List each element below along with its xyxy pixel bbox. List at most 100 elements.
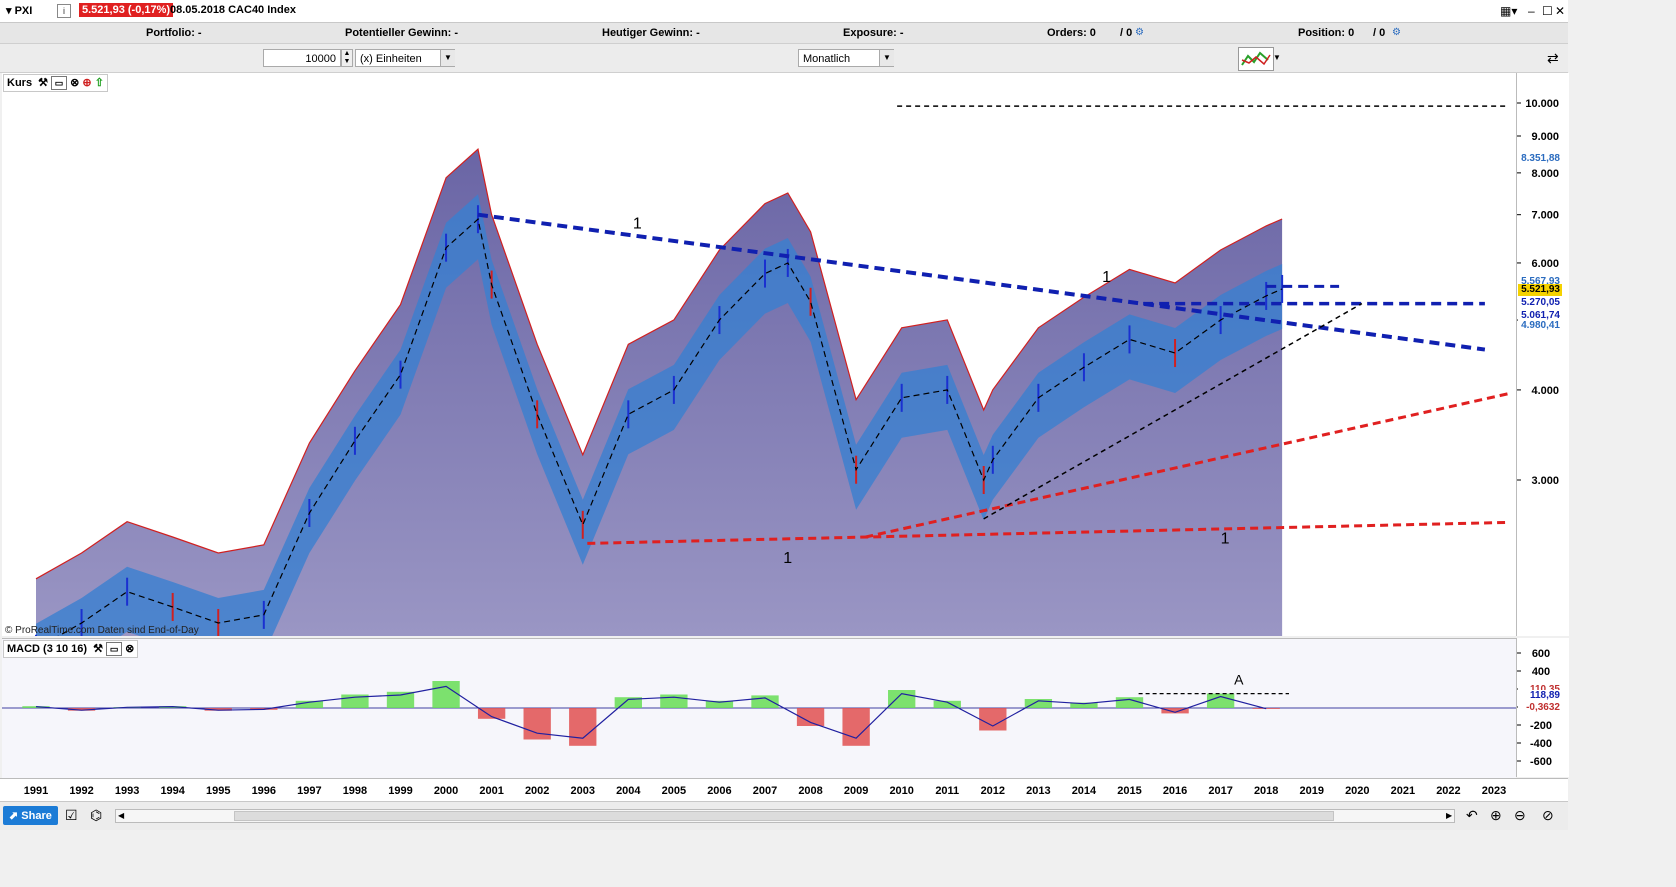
x-axis-label: 2017 <box>1208 785 1233 797</box>
x-axis-label: 2013 <box>1026 785 1051 797</box>
close-circle-icon[interactable]: ⊗ <box>70 76 79 89</box>
price-chart-svg: 1 1 1 1 <box>35 105 1508 636</box>
macd-axis-label: -200 <box>1530 720 1552 732</box>
date-index-label: 08.05.2018 CAC40 Index <box>170 4 296 16</box>
x-axis-label: 2001 <box>479 785 504 797</box>
trend-annotation: 1 <box>783 550 792 567</box>
macd-bar <box>888 690 916 708</box>
macd-bar <box>569 708 597 746</box>
exposure-stat: Exposure: - <box>843 27 904 39</box>
keyboard-icon[interactable]: ▦▾ <box>1500 4 1517 18</box>
today-gain-stat: Heutiger Gewinn: - <box>602 27 700 39</box>
trend-annotation: 1 <box>1102 269 1111 286</box>
chevron-down-icon[interactable]: ▼ <box>879 50 894 66</box>
close-circle-icon[interactable]: ⊗ <box>125 642 134 655</box>
binoculars-icon[interactable]: ⌬ <box>90 807 102 824</box>
position-stat: Position: 0 <box>1298 27 1355 39</box>
maximize-icon[interactable]: ☐ <box>1542 4 1553 18</box>
x-axis-label: 2009 <box>843 785 869 797</box>
macd-signal-line <box>35 685 1267 739</box>
stats-bar: Portfolio: - Potentieller Gewinn: - Heut… <box>0 23 1568 44</box>
macd-bar <box>660 694 688 708</box>
x-axis-label: 2019 <box>1299 785 1324 797</box>
checklist-icon[interactable]: ☑ <box>65 807 78 824</box>
macd-bar <box>842 708 870 746</box>
x-axis-label: 2002 <box>524 785 550 797</box>
trend-annotation: 1 <box>633 215 642 232</box>
window-icon[interactable]: ▭ <box>106 642 123 656</box>
price-axis-label: 6.000 <box>1531 258 1559 270</box>
scrollbar-thumb[interactable] <box>234 811 1334 821</box>
symbol-label: PXI <box>14 5 33 17</box>
x-axis-label: 2000 <box>433 785 459 797</box>
x-axis-label: 1993 <box>114 785 140 797</box>
quantity-input[interactable]: 10000 <box>263 49 341 67</box>
price-axis-label: 9.000 <box>1531 131 1559 143</box>
price-chart-area[interactable]: 1 1 1 1 <box>2 73 1516 636</box>
x-axis-label: 2018 <box>1253 785 1279 797</box>
x-axis-label: 1991 <box>23 785 49 797</box>
side-panel-toggle-icon[interactable]: ⇄ <box>1547 50 1559 67</box>
price-axis-label: 7.000 <box>1531 210 1559 222</box>
units-select-value: (x) Einheiten <box>360 53 422 65</box>
zoom-reset-icon[interactable]: ⊘ <box>1542 807 1554 824</box>
scroll-left-icon[interactable]: ◀ <box>118 811 124 820</box>
wrench-icon[interactable]: ⚒ <box>93 643 103 655</box>
chevron-down-icon[interactable]: ▼ <box>1273 53 1281 62</box>
orders-gear-icon[interactable]: ⚙ <box>1135 27 1144 38</box>
x-axis-label: 2016 <box>1162 785 1188 797</box>
chart-type-icon[interactable] <box>1238 47 1274 71</box>
bottom-toolbar: ⬈ Share ☑ ⌬ ◀ ▶ ↶ ⊕ ⊖ ⊘ <box>0 801 1568 830</box>
share-button[interactable]: ⬈ Share <box>3 806 58 825</box>
symbol-selector[interactable]: ▾ PXI <box>6 4 32 17</box>
x-axis-label: 2015 <box>1117 785 1142 797</box>
chevron-down-icon[interactable]: ▼ <box>440 50 455 66</box>
macd-chart-svg: A <box>2 672 1516 746</box>
position-gear-icon[interactable]: ⚙ <box>1392 27 1401 38</box>
trend-annotation: 1 <box>1221 530 1230 547</box>
macd-axis-label: 400 <box>1532 666 1550 678</box>
pattern-label: A <box>1234 672 1244 688</box>
price-change-badge: 5.521,93 (-0,17%) <box>79 3 174 17</box>
x-axis-label: 2014 <box>1071 785 1097 797</box>
move-up-icon[interactable]: ⇧ <box>95 76 104 89</box>
units-select[interactable]: (x) Einheiten ▼ <box>355 49 455 67</box>
chart-type-glyph <box>1241 51 1271 66</box>
price-level-d: 4.980,41 <box>1518 320 1562 332</box>
macd-value-b: -0,3632 <box>1518 702 1562 714</box>
price-panel-label: Kurs <box>7 77 33 89</box>
x-axis-label: 2023 <box>1481 785 1507 797</box>
scroll-right-icon[interactable]: ▶ <box>1446 811 1452 820</box>
macd-axis-label: -600 <box>1530 756 1552 768</box>
info-icon[interactable]: i <box>57 4 71 18</box>
wrench-icon[interactable]: ⚒ <box>38 77 48 89</box>
x-axis-label: 1997 <box>297 785 322 797</box>
macd-bar <box>751 695 779 708</box>
share-icon: ⬈ <box>9 810 22 822</box>
x-axis-label: 2008 <box>798 785 823 797</box>
watermark-text: © ProRealTime.com Daten sind End-of-Day <box>5 625 199 636</box>
x-axis-label: 2011 <box>935 785 960 797</box>
x-axis-label: 2012 <box>980 785 1006 797</box>
macd-axis-label: 600 <box>1532 648 1550 660</box>
upper-band-label: 8.351,88 <box>1518 153 1562 165</box>
zoom-out-icon[interactable]: ⊖ <box>1514 807 1526 824</box>
minimize-icon[interactable]: – <box>1528 4 1535 18</box>
macd-bar <box>432 681 460 708</box>
x-axis-label: 2004 <box>616 785 641 797</box>
window-icon[interactable]: ▭ <box>51 76 68 90</box>
macd-chart-area[interactable]: A <box>2 638 1516 778</box>
control-bar: 10000 ▲ ▼ (x) Einheiten ▼ Monatlich ▼ ▼ ⇄ <box>0 44 1568 73</box>
x-axis-label: 1996 <box>251 785 277 797</box>
quantity-stepper[interactable]: ▲ ▼ <box>341 49 353 67</box>
potential-gain-stat: Potentieller Gewinn: - <box>345 27 459 39</box>
x-axis-label: 2006 <box>707 785 732 797</box>
time-scrollbar[interactable]: ◀ ▶ <box>115 809 1455 823</box>
zoom-in-icon[interactable]: ⊕ <box>1490 807 1502 824</box>
share-label: Share <box>21 810 52 822</box>
undo-icon[interactable]: ↶ <box>1466 807 1478 824</box>
move-down-icon[interactable]: ⊕ <box>82 76 91 89</box>
x-axis-label: 1994 <box>160 785 185 797</box>
close-icon[interactable]: ✕ <box>1555 4 1565 18</box>
period-select[interactable]: Monatlich ▼ <box>798 49 894 67</box>
